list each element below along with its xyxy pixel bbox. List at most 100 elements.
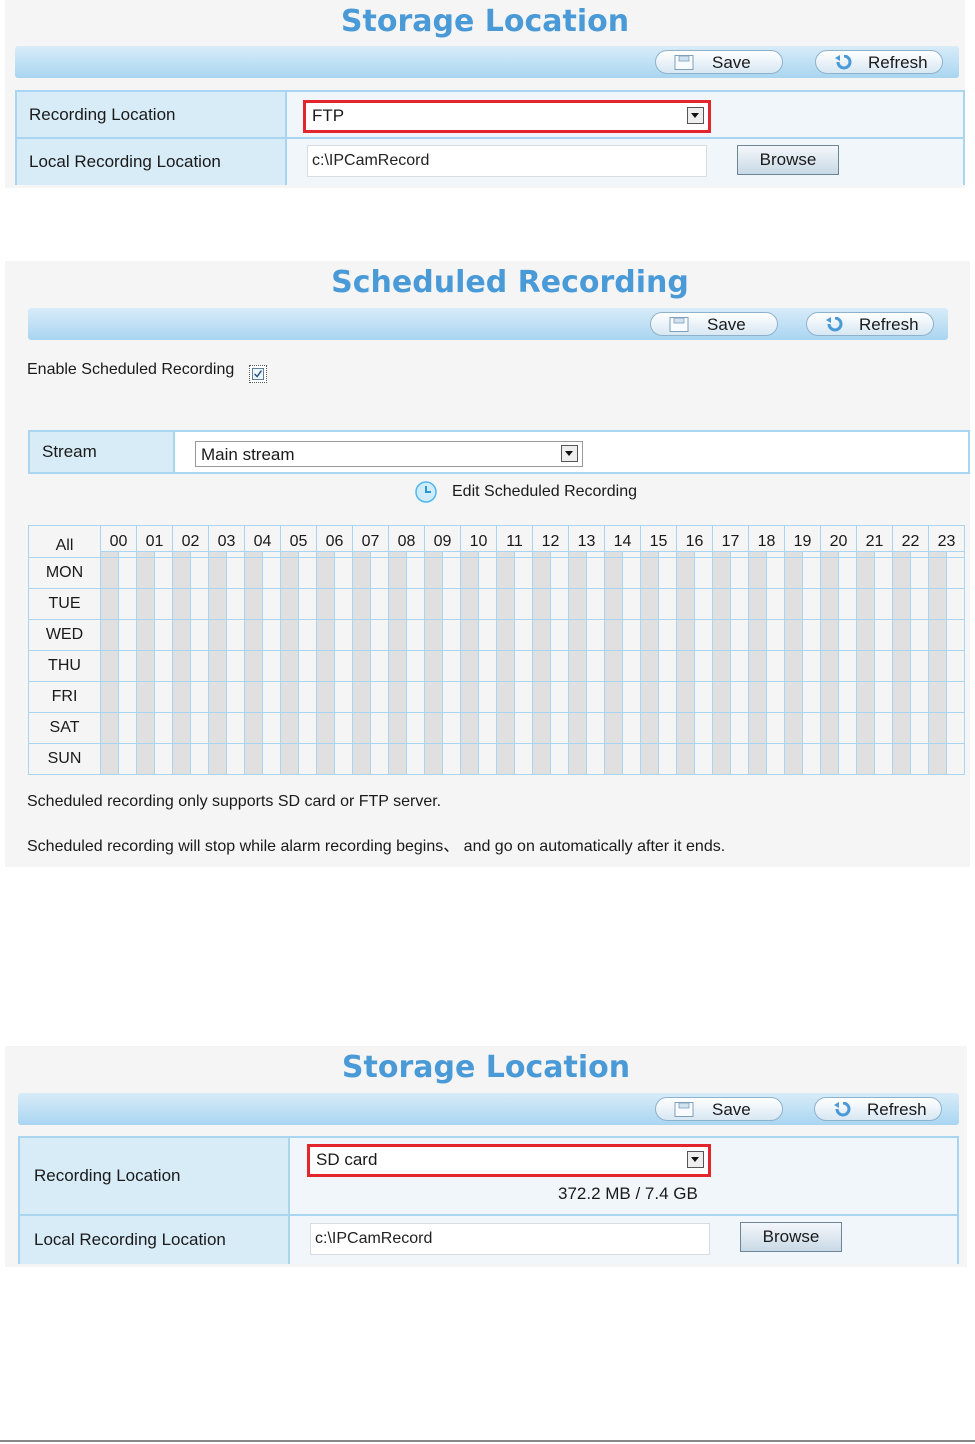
schedule-slot[interactable]: [334, 743, 353, 775]
schedule-slot[interactable]: [154, 681, 173, 713]
hour-header-19[interactable]: 19: [784, 525, 821, 552]
schedule-slot[interactable]: [280, 650, 299, 682]
schedule-slot[interactable]: [442, 557, 461, 589]
schedule-slot[interactable]: [388, 712, 407, 744]
schedule-slot[interactable]: [370, 743, 389, 775]
hour-header-16[interactable]: 16: [676, 525, 713, 552]
hour-header-12[interactable]: 12: [532, 525, 569, 552]
schedule-slot[interactable]: [118, 650, 137, 682]
schedule-slot[interactable]: [766, 681, 785, 713]
schedule-slot[interactable]: [406, 557, 425, 589]
schedule-slot[interactable]: [640, 619, 659, 651]
schedule-slot[interactable]: [910, 557, 929, 589]
schedule-slot[interactable]: [748, 588, 767, 620]
schedule-slot[interactable]: [388, 619, 407, 651]
schedule-slot[interactable]: [820, 588, 839, 620]
hour-header-23[interactable]: 23: [928, 525, 965, 552]
schedule-slot[interactable]: [856, 557, 875, 589]
schedule-slot[interactable]: [244, 681, 263, 713]
day-label-sat[interactable]: SAT: [28, 712, 101, 744]
schedule-slot[interactable]: [478, 743, 497, 775]
schedule-slot[interactable]: [370, 619, 389, 651]
schedule-slot[interactable]: [244, 557, 263, 589]
schedule-slot[interactable]: [190, 588, 209, 620]
schedule-slot[interactable]: [766, 712, 785, 744]
schedule-slot[interactable]: [424, 650, 443, 682]
schedule-slot[interactable]: [550, 743, 569, 775]
schedule-slot[interactable]: [874, 557, 893, 589]
schedule-slot[interactable]: [676, 681, 695, 713]
hour-header-01[interactable]: 01: [136, 525, 173, 552]
schedule-slot[interactable]: [802, 712, 821, 744]
schedule-slot[interactable]: [118, 557, 137, 589]
schedule-slot[interactable]: [442, 743, 461, 775]
schedule-slot[interactable]: [802, 743, 821, 775]
schedule-slot[interactable]: [766, 588, 785, 620]
schedule-slot[interactable]: [334, 588, 353, 620]
schedule-slot[interactable]: [100, 557, 119, 589]
schedule-slot[interactable]: [892, 743, 911, 775]
hour-header-22[interactable]: 22: [892, 525, 929, 552]
hour-header-17[interactable]: 17: [712, 525, 749, 552]
schedule-slot[interactable]: [208, 650, 227, 682]
schedule-slot[interactable]: [118, 588, 137, 620]
schedule-slot[interactable]: [154, 588, 173, 620]
schedule-slot[interactable]: [226, 557, 245, 589]
schedule-slot[interactable]: [604, 681, 623, 713]
schedule-slot[interactable]: [244, 619, 263, 651]
schedule-slot[interactable]: [334, 681, 353, 713]
recording-location-select[interactable]: SD card: [307, 1144, 711, 1177]
schedule-slot[interactable]: [874, 712, 893, 744]
schedule-slot[interactable]: [820, 712, 839, 744]
schedule-slot[interactable]: [280, 619, 299, 651]
schedule-slot[interactable]: [874, 588, 893, 620]
schedule-slot[interactable]: [694, 619, 713, 651]
schedule-slot[interactable]: [424, 619, 443, 651]
schedule-slot[interactable]: [640, 681, 659, 713]
schedule-slot[interactable]: [136, 650, 155, 682]
hour-header-05[interactable]: 05: [280, 525, 317, 552]
schedule-slot[interactable]: [136, 557, 155, 589]
schedule-slot[interactable]: [946, 681, 965, 713]
hour-header-02[interactable]: 02: [172, 525, 209, 552]
schedule-slot[interactable]: [226, 681, 245, 713]
schedule-slot[interactable]: [694, 712, 713, 744]
schedule-slot[interactable]: [280, 588, 299, 620]
schedule-slot[interactable]: [496, 557, 515, 589]
schedule-slot[interactable]: [514, 681, 533, 713]
schedule-slot[interactable]: [928, 712, 947, 744]
schedule-slot[interactable]: [658, 743, 677, 775]
schedule-slot[interactable]: [262, 650, 281, 682]
schedule-slot[interactable]: [658, 619, 677, 651]
chevron-down-icon[interactable]: [687, 1151, 704, 1168]
schedule-slot[interactable]: [568, 619, 587, 651]
schedule-slot[interactable]: [316, 712, 335, 744]
schedule-slot[interactable]: [838, 619, 857, 651]
schedule-slot[interactable]: [784, 557, 803, 589]
schedule-slot[interactable]: [586, 743, 605, 775]
schedule-slot[interactable]: [370, 588, 389, 620]
day-label-tue[interactable]: TUE: [28, 588, 101, 620]
schedule-slot[interactable]: [784, 712, 803, 744]
schedule-slot[interactable]: [658, 681, 677, 713]
schedule-slot[interactable]: [208, 557, 227, 589]
schedule-slot[interactable]: [928, 650, 947, 682]
schedule-slot[interactable]: [586, 650, 605, 682]
schedule-slot[interactable]: [784, 650, 803, 682]
schedule-slot[interactable]: [820, 650, 839, 682]
save-button[interactable]: Save: [655, 1097, 783, 1121]
schedule-slot[interactable]: [496, 619, 515, 651]
schedule-slot[interactable]: [226, 619, 245, 651]
schedule-slot[interactable]: [766, 619, 785, 651]
schedule-slot[interactable]: [838, 681, 857, 713]
schedule-slot[interactable]: [190, 681, 209, 713]
schedule-slot[interactable]: [946, 712, 965, 744]
schedule-slot[interactable]: [442, 650, 461, 682]
schedule-slot[interactable]: [388, 557, 407, 589]
schedule-slot[interactable]: [658, 588, 677, 620]
schedule-slot[interactable]: [208, 619, 227, 651]
schedule-slot[interactable]: [748, 681, 767, 713]
schedule-slot[interactable]: [406, 588, 425, 620]
schedule-grid[interactable]: All 00 01 02 03 04 05 06 07 08 09 10 11 12 13 14 15 16 17…: [28, 525, 965, 775]
schedule-slot[interactable]: [226, 712, 245, 744]
